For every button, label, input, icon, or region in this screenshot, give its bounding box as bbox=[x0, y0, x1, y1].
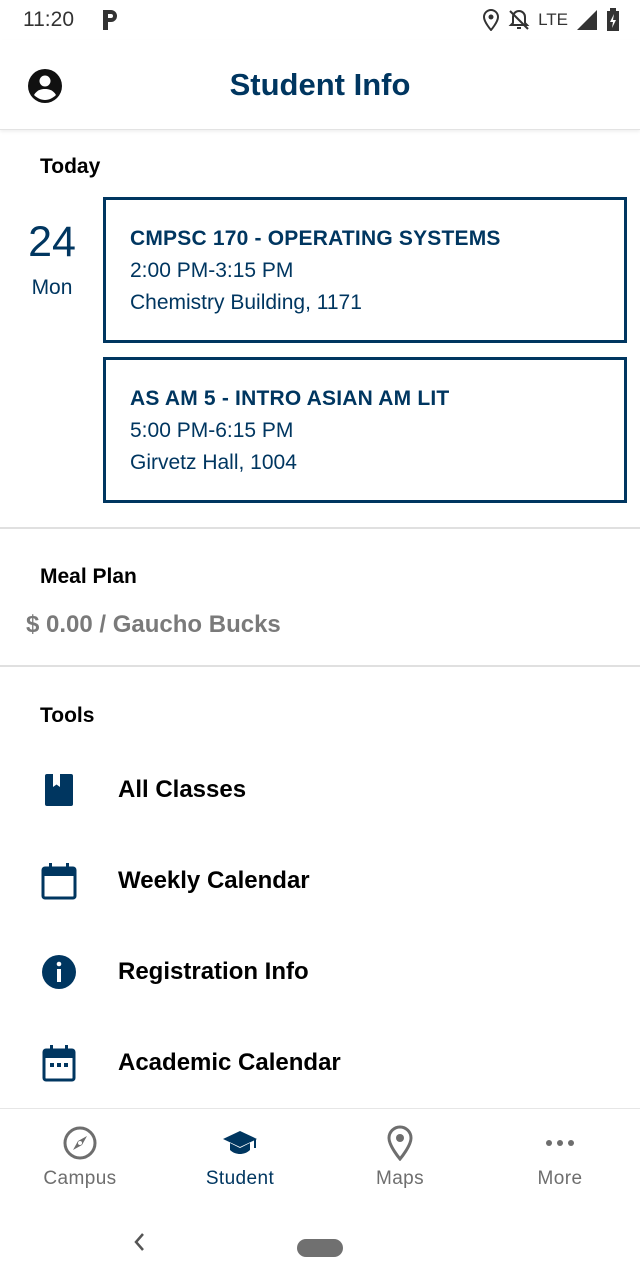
bottom-nav: Campus Student Maps More bbox=[0, 1108, 640, 1208]
notifications-off-icon bbox=[508, 9, 530, 30]
nav-maps[interactable]: Maps bbox=[320, 1109, 480, 1205]
tool-label: Registration Info bbox=[118, 958, 309, 985]
parking-notification-icon bbox=[103, 10, 117, 30]
network-type: LTE bbox=[538, 10, 568, 29]
more-dots-icon bbox=[546, 1140, 574, 1146]
nav-label: More bbox=[537, 1168, 583, 1189]
class-card[interactable]: CMPSC 170 - OPERATING SYSTEMS 2:00 PM-3:… bbox=[103, 197, 627, 343]
tools-heading: Tools bbox=[40, 704, 95, 727]
nav-label: Student bbox=[205, 1168, 275, 1189]
meal-plan-balance: $ 0.00 / Gaucho Bucks bbox=[26, 611, 281, 638]
tool-academic-calendar[interactable]: Academic Calendar bbox=[0, 1028, 640, 1098]
class-time: 5:00 PM-6:15 PM bbox=[130, 419, 294, 442]
graduation-cap-icon bbox=[223, 1131, 257, 1154]
tool-weekly-calendar[interactable]: Weekly Calendar bbox=[0, 846, 640, 916]
system-nav-bar bbox=[0, 1208, 640, 1280]
tool-label: All Classes bbox=[118, 776, 247, 803]
home-pill[interactable] bbox=[297, 1239, 343, 1257]
signal-icon bbox=[577, 10, 597, 30]
info-icon bbox=[42, 955, 76, 989]
back-icon[interactable] bbox=[128, 1230, 152, 1254]
nav-student[interactable]: Student bbox=[160, 1109, 320, 1205]
class-location: Chemistry Building, 1171 bbox=[130, 291, 362, 314]
compass-icon bbox=[63, 1126, 97, 1160]
date-number: 24 bbox=[28, 218, 76, 266]
battery-icon bbox=[607, 8, 619, 31]
nav-label: Maps bbox=[375, 1168, 425, 1189]
tool-label: Weekly Calendar bbox=[118, 867, 310, 894]
nav-label: Campus bbox=[43, 1168, 117, 1189]
nav-campus[interactable]: Campus bbox=[0, 1109, 160, 1205]
tool-all-classes[interactable]: All Classes bbox=[0, 755, 640, 825]
meal-plan-heading: Meal Plan bbox=[40, 565, 137, 588]
book-icon bbox=[45, 774, 73, 806]
calendar-dots-icon bbox=[42, 1045, 76, 1082]
status-bar: 11:20 LTE bbox=[0, 0, 640, 40]
today-heading: Today bbox=[40, 155, 101, 178]
section-divider bbox=[0, 665, 640, 667]
section-divider bbox=[0, 527, 640, 529]
class-title: CMPSC 170 - OPERATING SYSTEMS bbox=[130, 227, 501, 250]
page-title: Student Info bbox=[229, 67, 411, 102]
app-bar: Student Info bbox=[0, 40, 640, 130]
class-location: Girvetz Hall, 1004 bbox=[130, 451, 297, 474]
location-icon bbox=[483, 9, 500, 31]
nav-more[interactable]: More bbox=[480, 1109, 640, 1205]
status-time: 11:20 bbox=[23, 8, 74, 31]
date-day: Mon bbox=[31, 276, 73, 299]
class-time: 2:00 PM-3:15 PM bbox=[130, 259, 294, 282]
tool-label: Academic Calendar bbox=[118, 1049, 341, 1076]
class-card[interactable]: AS AM 5 - INTRO ASIAN AM LIT 5:00 PM-6:1… bbox=[103, 357, 627, 503]
class-title: AS AM 5 - INTRO ASIAN AM LIT bbox=[130, 387, 450, 410]
calendar-icon bbox=[41, 863, 77, 900]
map-pin-icon bbox=[387, 1125, 413, 1161]
tool-registration-info[interactable]: Registration Info bbox=[0, 937, 640, 1007]
